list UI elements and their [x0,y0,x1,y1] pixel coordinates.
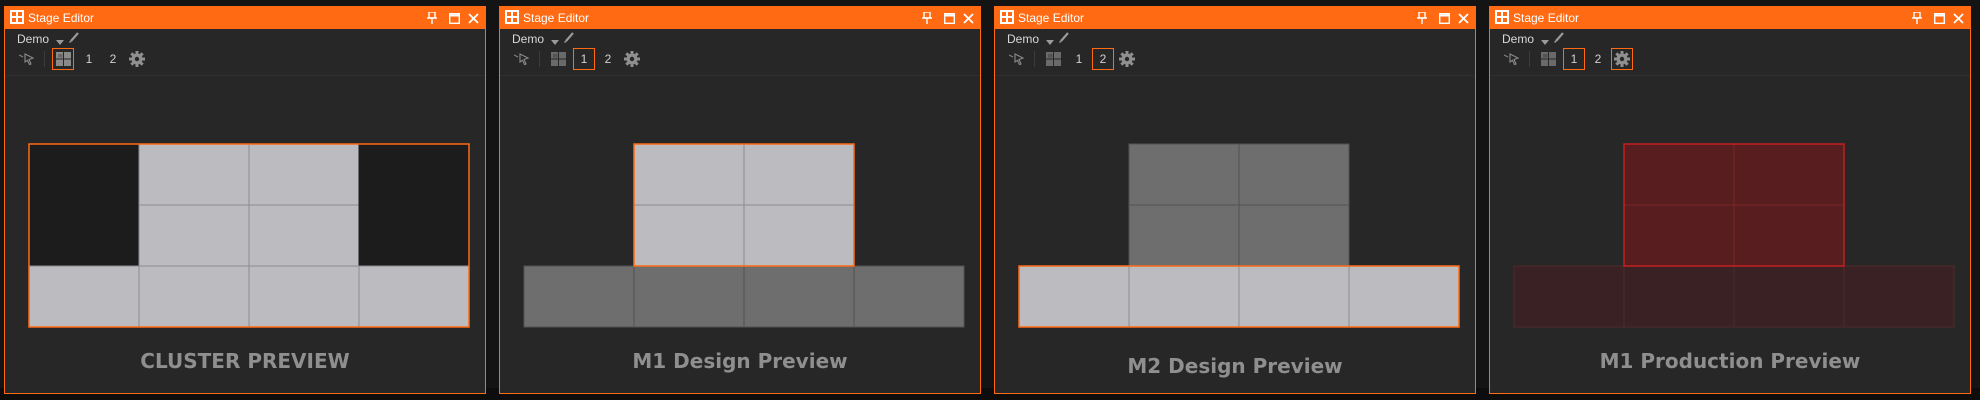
stage-editor-window: Stage Editor Demo 1 2 M1 Production Preview [1489,6,1971,394]
led-tile[interactable] [138,204,250,267]
led-tile[interactable] [743,204,855,267]
led-tile[interactable] [358,265,470,328]
stage-preview-canvas[interactable] [995,7,1475,393]
led-tile[interactable] [743,265,855,328]
led-tile[interactable] [1238,143,1350,206]
led-tile[interactable] [1733,204,1845,267]
preview-caption: M2 Design Preview [1127,354,1343,378]
preview-caption: M1 Production Preview [1599,349,1861,373]
led-tile[interactable] [138,143,250,206]
led-tile[interactable] [633,265,745,328]
led-tile[interactable] [1018,265,1130,328]
preview-caption: M1 Design Preview [632,349,848,373]
led-tile[interactable] [1238,265,1350,328]
stage-editor-window: Stage Editor Demo 1 2 M1 Design Preview [499,6,981,394]
led-tile[interactable] [28,143,140,206]
led-tile[interactable] [1623,204,1735,267]
led-tile[interactable] [248,204,360,267]
led-tile[interactable] [1348,265,1460,328]
led-tile[interactable] [1733,265,1845,328]
led-tile[interactable] [1128,143,1240,206]
led-tile[interactable] [358,143,470,206]
led-tile[interactable] [1128,265,1240,328]
stage-preview-canvas[interactable] [1490,7,1970,393]
led-tile[interactable] [28,204,140,267]
led-tile[interactable] [358,204,470,267]
led-tile[interactable] [138,265,250,328]
led-tile[interactable] [743,143,855,206]
stage-preview-canvas[interactable] [500,7,980,393]
stage-editor-window: Stage Editor Demo 1 2 CLUSTER PREVIEW [4,6,486,394]
led-tile[interactable] [28,265,140,328]
led-tile[interactable] [1513,265,1625,328]
led-tile[interactable] [1238,204,1350,267]
led-tile[interactable] [1623,143,1735,206]
led-tile[interactable] [523,265,635,328]
preview-caption: CLUSTER PREVIEW [140,349,350,373]
led-tile[interactable] [248,265,360,328]
led-tile[interactable] [1843,265,1955,328]
stage-preview-canvas[interactable] [5,7,485,393]
led-tile[interactable] [853,265,965,328]
led-tile[interactable] [633,143,745,206]
led-tile[interactable] [1733,143,1845,206]
led-tile[interactable] [633,204,745,267]
led-tile[interactable] [248,143,360,206]
stage-editor-window: Stage Editor Demo 1 2 M2 Design Preview [994,6,1476,394]
led-tile[interactable] [1128,204,1240,267]
led-tile[interactable] [1623,265,1735,328]
